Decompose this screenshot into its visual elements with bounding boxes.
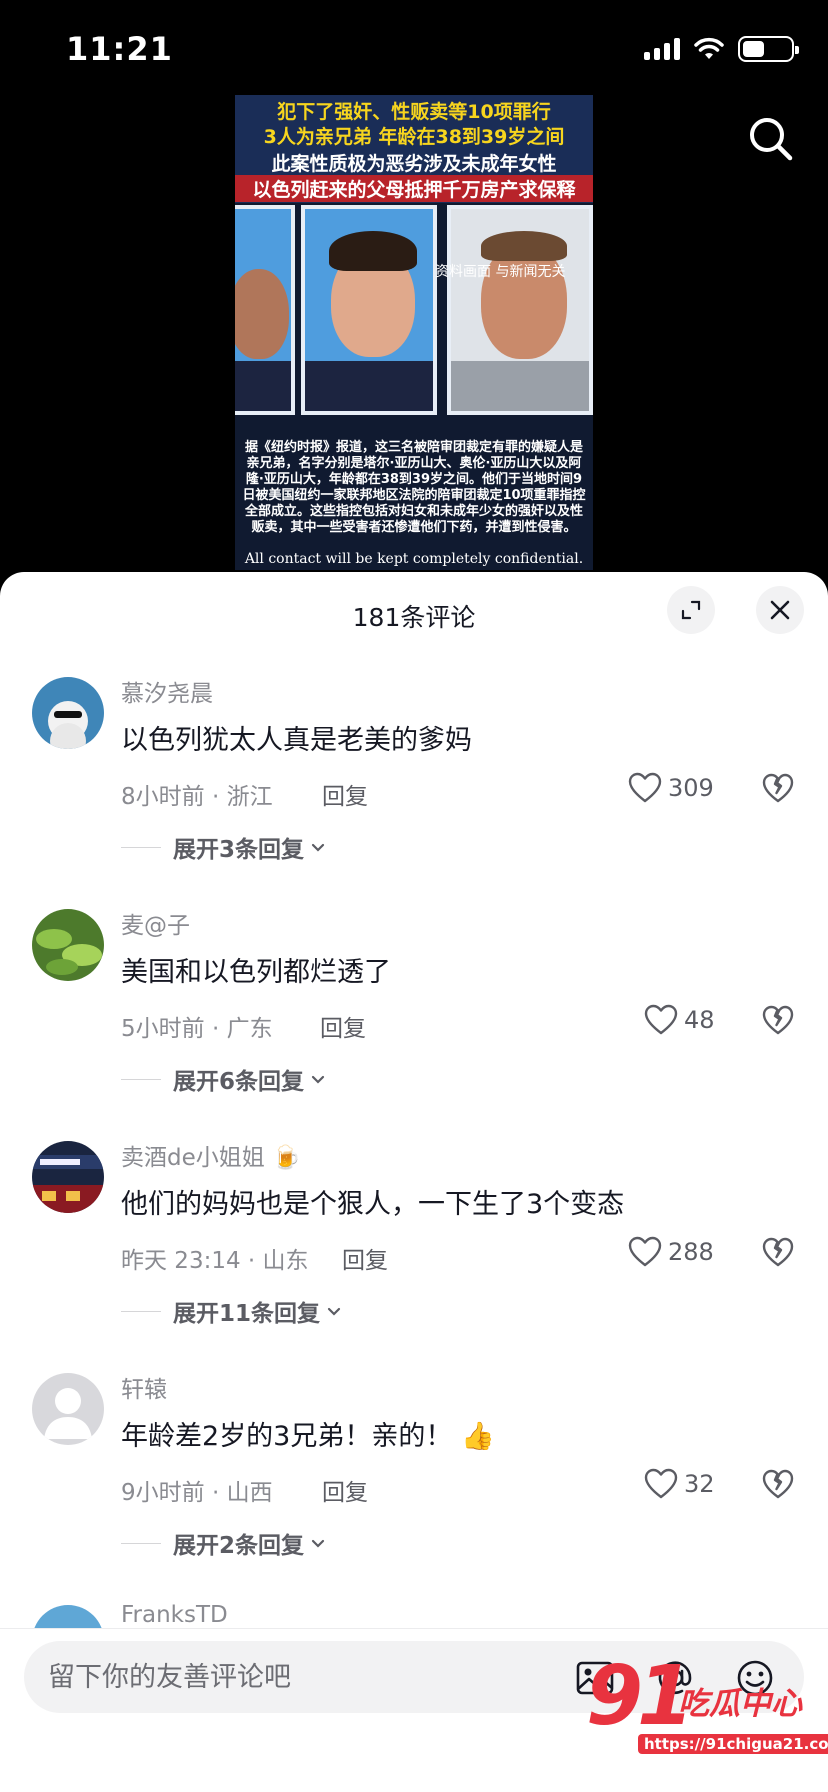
comment-meta: 昨天 23:14 · 山东 xyxy=(121,1248,309,1274)
broken-heart-icon[interactable] xyxy=(762,1469,794,1501)
watermark-text: 吃瓜中心 xyxy=(678,1686,802,1722)
comment-item: 轩辕 年龄差2岁的3兄弟！亲的！ 👍 9小时前 · 山西 回复 32 展开2条回… xyxy=(0,1370,828,1602)
expand-replies-label: 展开2条回复 xyxy=(173,1533,305,1559)
like-button[interactable]: 32 xyxy=(644,1468,715,1500)
like-count: 309 xyxy=(668,774,714,802)
reply-button[interactable]: 回复 xyxy=(322,777,368,811)
reply-button[interactable]: 回复 xyxy=(342,1241,388,1275)
watermark-url: https://91chigua21.com xyxy=(638,1734,828,1754)
comment-text: 美国和以色列都烂透了 xyxy=(121,957,391,988)
like-count: 32 xyxy=(684,1470,715,1498)
expand-replies-button[interactable]: 展开6条回复 xyxy=(121,1062,328,1096)
expand-replies-label: 展开3条回复 xyxy=(173,837,305,863)
reply-button[interactable]: 回复 xyxy=(322,1473,368,1507)
comment-item: 慕汐尧晨 以色列犹太人真是老美的爹妈 8小时前 · 浙江 回复 309 展开3条… xyxy=(0,674,828,906)
battery-fill xyxy=(743,41,764,57)
heart-icon xyxy=(628,1236,662,1267)
status-icons xyxy=(644,36,799,62)
expand-replies-button[interactable]: 展开11条回复 xyxy=(121,1294,344,1328)
avatar[interactable] xyxy=(32,909,104,981)
status-bar: 11:21 xyxy=(0,0,828,100)
watermark-number: 91 xyxy=(586,1649,694,1744)
heart-icon xyxy=(644,1004,678,1035)
expand-sheet-button[interactable] xyxy=(667,586,715,634)
expand-replies-label: 展开6条回复 xyxy=(173,1069,305,1095)
site-watermark: 91 吃瓜中心 https://91chigua21.com xyxy=(586,1649,828,1768)
comment-text: 年龄差2岁的3兄弟！亲的！ 👍 xyxy=(121,1421,495,1452)
like-button[interactable]: 309 xyxy=(628,772,714,804)
wifi-icon xyxy=(694,37,724,59)
comment-username[interactable]: 轩辕 xyxy=(121,1370,167,1404)
avatar[interactable] xyxy=(32,677,104,749)
broken-heart-icon[interactable] xyxy=(762,1237,794,1269)
expand-icon xyxy=(681,600,701,620)
avatar[interactable] xyxy=(32,1373,104,1445)
video-caption-line: 犯下了强奸、性贩卖等10项罪行 xyxy=(277,101,551,123)
mugshot-left xyxy=(235,205,295,415)
close-sheet-button[interactable] xyxy=(756,586,804,634)
comment-username[interactable]: FranksTD xyxy=(121,1602,228,1628)
video-player[interactable]: 犯下了强奸、性贩卖等10项罪行 3人为亲兄弟 年龄在38到39岁之间 此案性质极… xyxy=(235,95,593,570)
close-icon xyxy=(770,600,790,620)
battery-icon xyxy=(738,36,799,62)
comment-username[interactable]: 卖酒de小姐姐 🍺 xyxy=(121,1138,301,1172)
expand-replies-label: 展开11条回复 xyxy=(173,1301,321,1327)
avatar[interactable] xyxy=(32,1141,104,1213)
search-button[interactable] xyxy=(745,113,797,165)
video-caption-line: 3人为亲兄弟 年龄在38到39岁之间 xyxy=(263,126,565,148)
video-overlay-note: 资料画面 与新闻无关 xyxy=(435,264,566,280)
chevron-down-icon xyxy=(311,1075,325,1084)
like-count: 48 xyxy=(684,1006,715,1034)
video-body-text: 据《纽约时报》报道，这三名被陪审团裁定有罪的嫌疑人是亲兄弟，名字分别是塔尔·亚历… xyxy=(242,440,586,535)
broken-heart-icon[interactable] xyxy=(762,1005,794,1037)
comment-text: 他们的妈妈也是个狠人，一下生了3个变态 xyxy=(121,1189,625,1220)
reply-button[interactable]: 回复 xyxy=(320,1009,366,1043)
expand-replies-button[interactable]: 展开2条回复 xyxy=(121,1526,328,1560)
mugshot-right xyxy=(447,205,593,415)
like-button[interactable]: 288 xyxy=(628,1236,714,1268)
cellular-signal-icon xyxy=(644,38,680,60)
video-footer-text: All contact will be kept completely conf… xyxy=(244,551,584,567)
video-caption-line: 此案性质极为恶劣涉及未成年女性 xyxy=(271,153,557,175)
search-icon xyxy=(750,118,793,161)
heart-icon xyxy=(628,772,662,803)
comment-username[interactable]: 慕汐尧晨 xyxy=(121,674,213,708)
comment-meta: 5小时前 · 广东 xyxy=(121,1016,273,1042)
broken-heart-icon[interactable] xyxy=(762,773,794,805)
comment-item: 麦@子 美国和以色列都烂透了 5小时前 · 广东 回复 48 展开6条回复 xyxy=(0,906,828,1138)
default-avatar-icon xyxy=(44,1388,92,1439)
comment-text: 以色列犹太人真是老美的爹妈 xyxy=(121,725,472,756)
status-time: 11:21 xyxy=(66,30,173,68)
comment-meta: 9小时前 · 山西 xyxy=(121,1480,273,1506)
expand-replies-button[interactable]: 展开3条回复 xyxy=(121,830,328,864)
chevron-down-icon xyxy=(311,843,325,852)
comment-username[interactable]: 麦@子 xyxy=(121,906,190,940)
heart-icon xyxy=(644,1468,678,1499)
comment-item: 卖酒de小姐姐 🍺 他们的妈妈也是个狠人，一下生了3个变态 昨天 23:14 ·… xyxy=(0,1138,828,1370)
like-button[interactable]: 48 xyxy=(644,1004,715,1036)
chevron-down-icon xyxy=(311,1539,325,1548)
video-caption-box: 犯下了强奸、性贩卖等10项罪行 3人为亲兄弟 年龄在38到39岁之间 此案性质极… xyxy=(235,95,593,203)
video-caption-line: 以色列赶来的父母抵押千万房产求保释 xyxy=(235,175,593,202)
chevron-down-icon xyxy=(327,1307,341,1316)
like-count: 288 xyxy=(668,1238,714,1266)
mugshot-center xyxy=(301,205,437,415)
comments-sheet: 181条评论 慕汐尧晨 以色列犹太人真是老美的爹妈 8小时前 · 浙江 回复 3… xyxy=(0,572,828,1792)
comment-meta: 8小时前 · 浙江 xyxy=(121,784,273,810)
